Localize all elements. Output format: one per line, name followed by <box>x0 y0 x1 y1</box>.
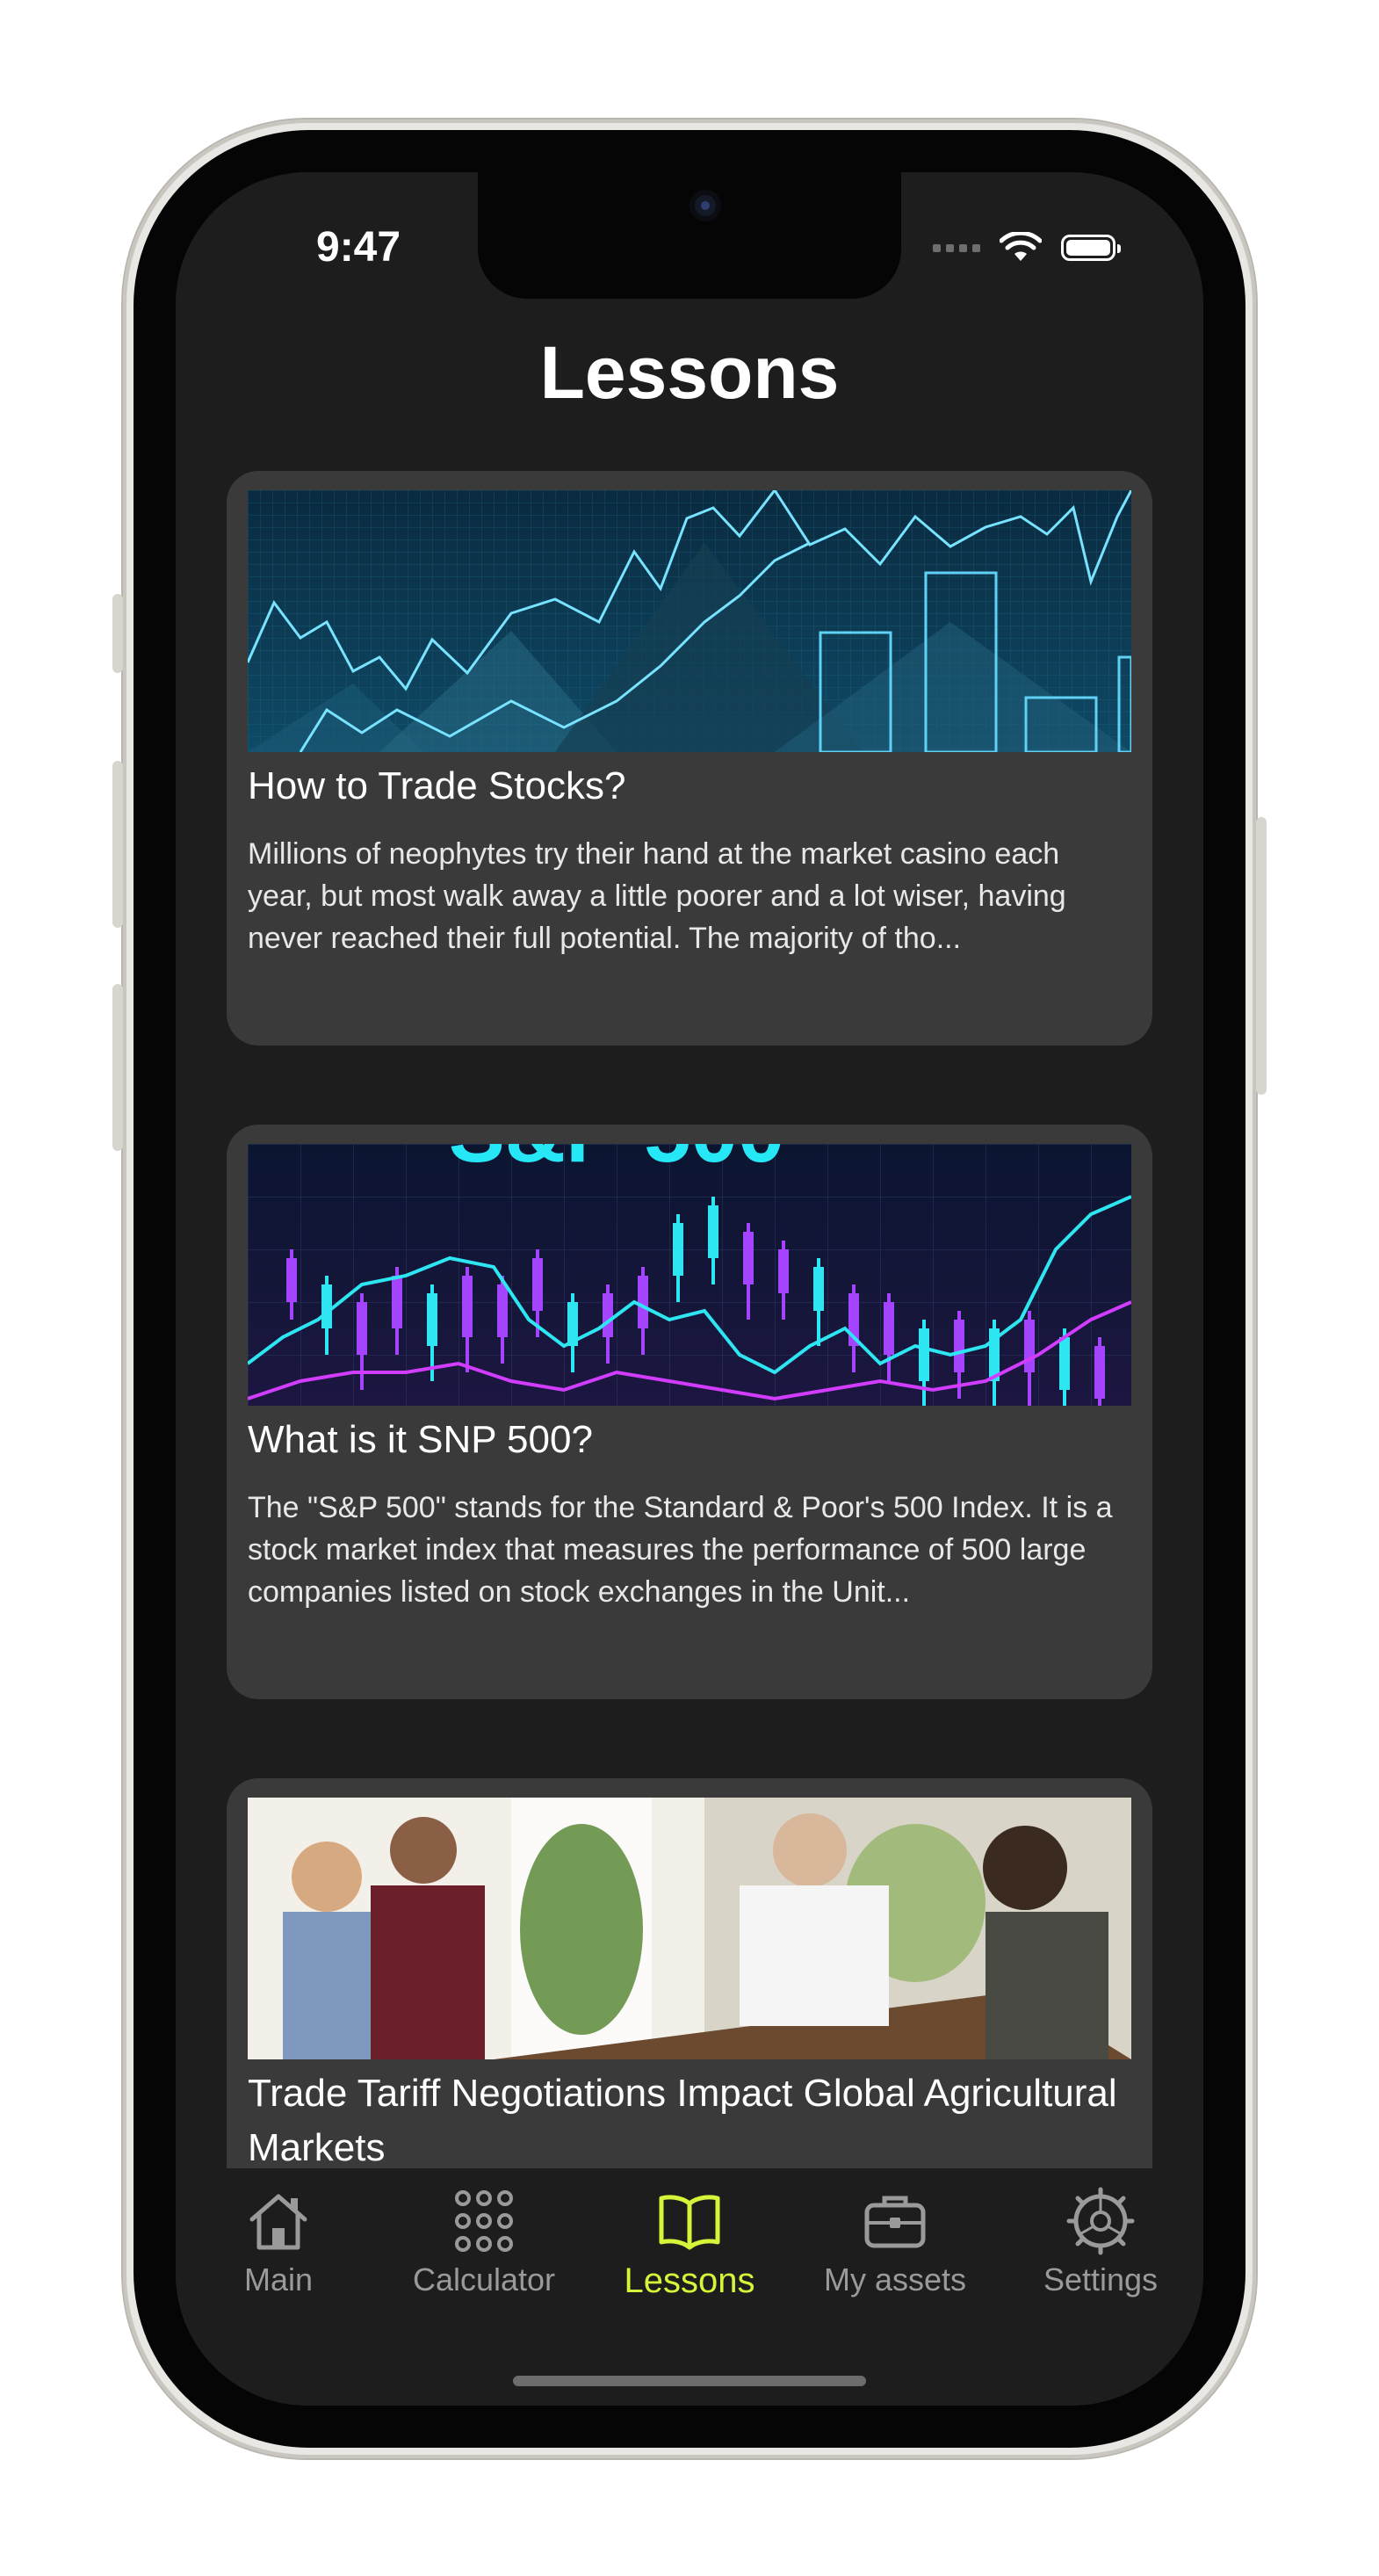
lesson-card[interactable]: S&P 500 <box>227 1125 1152 1699</box>
notch <box>478 172 901 299</box>
tab-label: Settings <box>1043 2261 1159 2297</box>
wifi-icon <box>1000 232 1042 261</box>
lesson-card[interactable]: Trade Tariff Negotiations Impact Global … <box>227 1778 1152 2235</box>
briefcase-icon <box>864 2196 926 2248</box>
gear-icon <box>1066 2187 1135 2255</box>
lesson-image-stocks-chart <box>248 490 1131 752</box>
page-title: Lessons <box>539 331 840 414</box>
lesson-title: Trade Tariff Negotiations Impact Global … <box>248 2072 1117 2169</box>
tab-bar: Main Calculator Lessons My assets Settin… <box>176 2168 1203 2406</box>
tab-calculator[interactable]: Calculator <box>381 2186 587 2326</box>
cellular-signal-icon <box>933 243 980 252</box>
status-icons <box>933 230 1121 265</box>
tab-lessons[interactable]: Lessons <box>587 2186 792 2326</box>
tab-my-assets[interactable]: My assets <box>792 2186 998 2326</box>
lesson-image-sp500-chart: S&P 500 <box>248 1144 1131 1406</box>
lesson-title: How to Trade Stocks? <box>248 764 626 807</box>
tab-main[interactable]: Main <box>176 2186 381 2326</box>
side-button-mute <box>112 594 123 673</box>
lesson-description: Millions of neophytes try their hand at … <box>248 837 1066 955</box>
home-icon <box>249 2194 307 2250</box>
tab-label: My assets <box>823 2261 967 2297</box>
lesson-description: The "S&P 500" stands for the Standard & … <box>248 1491 1113 1609</box>
lesson-card[interactable]: How to Trade Stocks? Millions of neophyt… <box>227 471 1152 1046</box>
home-indicator[interactable] <box>513 2376 866 2386</box>
side-button-volume-down <box>112 984 123 1151</box>
lesson-title: What is it SNP 500? <box>248 1418 593 1461</box>
side-button-volume-up <box>112 761 123 928</box>
lesson-image-meeting-photo <box>248 1798 1131 2059</box>
tab-label: Calculator <box>412 2261 556 2297</box>
book-icon <box>659 2195 720 2250</box>
tab-settings[interactable]: Settings <box>998 2186 1203 2326</box>
tab-label: Main <box>243 2261 314 2297</box>
grid-icon <box>455 2190 513 2252</box>
tab-label: Lessons <box>624 2261 755 2300</box>
app-screen: 9:47 Lessons How to Trade Stocks? Millio… <box>176 172 1203 2406</box>
status-time: 9:47 <box>316 224 401 271</box>
front-camera <box>690 190 721 221</box>
sp500-image-text: S&P 500 <box>449 1144 785 1180</box>
side-button-power <box>1256 817 1267 1095</box>
battery-icon <box>1061 235 1121 261</box>
